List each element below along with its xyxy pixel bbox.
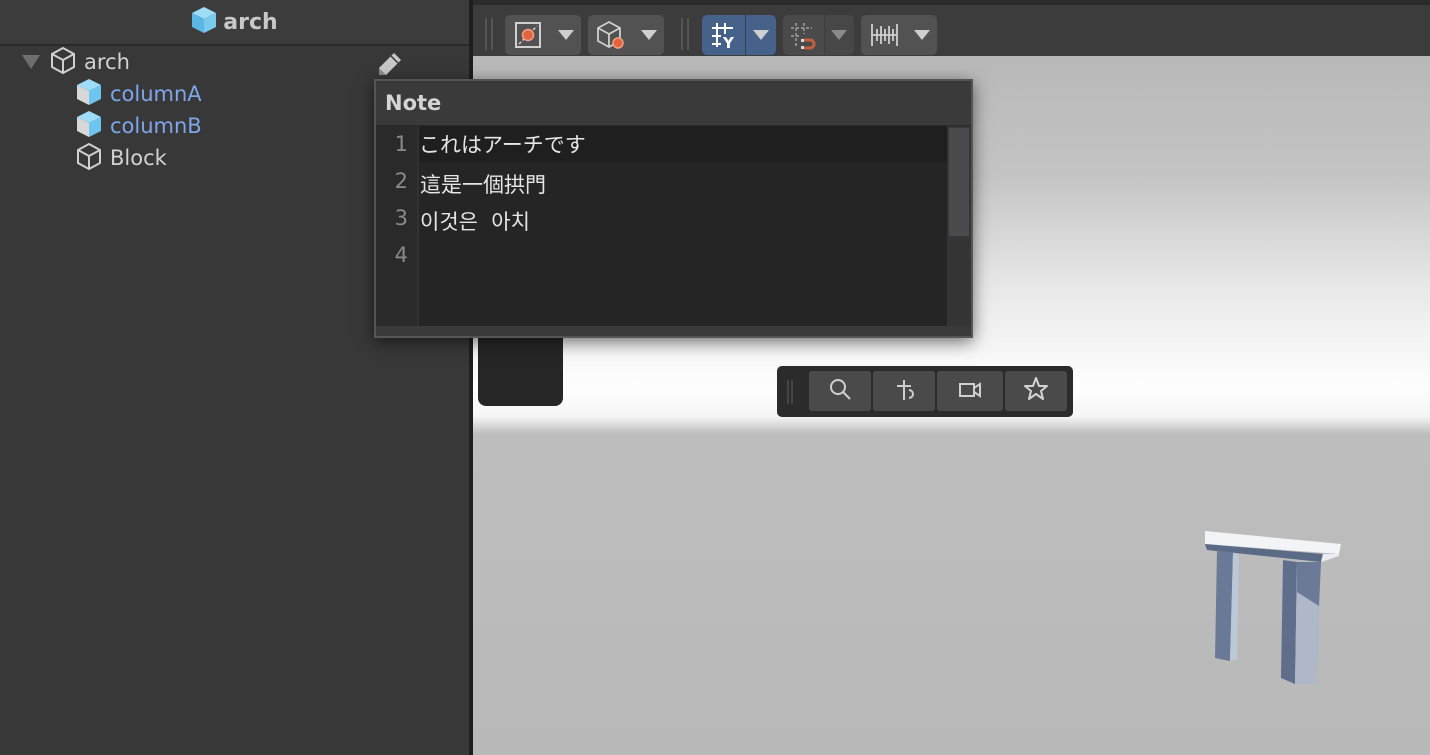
dropdown-arrow-icon[interactable] — [551, 15, 581, 55]
search-button[interactable] — [809, 371, 871, 411]
dropdown-arrow-icon[interactable] — [745, 15, 776, 55]
camera-button[interactable] — [937, 371, 1003, 411]
scrollbar-thumb[interactable] — [949, 128, 969, 236]
note-title: Note — [376, 81, 971, 126]
pencil-icon[interactable] — [376, 50, 404, 78]
line-number: 4 — [394, 243, 408, 267]
star-icon — [1022, 375, 1050, 407]
note-editor[interactable]: 1 2 3 4 これはアーチです 這是一個拱門 이것은 아치 — [376, 126, 947, 326]
vertical-scrollbar[interactable] — [947, 126, 971, 326]
hierarchy-item-label: columnA — [110, 82, 202, 106]
toolbar-grip[interactable] — [681, 18, 689, 50]
hierarchy-item-label: columnB — [110, 114, 202, 138]
prefab-cube-icon — [76, 110, 102, 143]
note-line[interactable]: 이것은 아치 — [420, 206, 530, 236]
favorite-button[interactable] — [1005, 371, 1067, 411]
hierarchy-item-columnB[interactable]: columnB — [76, 110, 202, 143]
cube-origin-icon — [588, 15, 634, 55]
search-icon — [827, 376, 853, 406]
hierarchy-item-label: Block — [110, 146, 167, 170]
toolbar-grip[interactable] — [787, 380, 793, 404]
pivot-tool-button[interactable] — [505, 15, 581, 55]
dropdown-arrow-icon[interactable] — [634, 15, 664, 55]
grid-toggle-button[interactable]: Y — [702, 15, 776, 55]
camera-icon — [957, 376, 983, 406]
hierarchy-item-columnA[interactable]: columnA — [76, 78, 202, 111]
hierarchy-item-label: arch — [84, 50, 130, 74]
increment-snap-button[interactable] — [861, 15, 937, 55]
dropdown-arrow-icon[interactable] — [823, 15, 854, 55]
hierarchy-header: arch — [0, 0, 469, 46]
line-number: 1 — [394, 132, 408, 156]
gameobject-cube-outline-icon — [76, 142, 102, 175]
line-number-gutter: 1 2 3 4 — [376, 126, 419, 326]
pivot-handle-icon — [505, 15, 551, 55]
line-number: 2 — [394, 169, 408, 193]
prefab-title: arch — [223, 9, 278, 35]
svg-text:Y: Y — [722, 34, 735, 50]
grid-y-icon: Y — [702, 15, 745, 55]
orientation-tool-button[interactable] — [588, 15, 664, 55]
hierarchy-item-arch[interactable]: arch — [22, 46, 130, 79]
line-number: 3 — [394, 206, 408, 230]
note-popup: Note 1 2 3 4 これはアーチです 這是一個拱門 이것은 아치 — [374, 79, 973, 338]
note-line[interactable]: これはアーチです — [419, 126, 947, 162]
pin-button[interactable] — [873, 371, 935, 411]
grid-magnet-icon — [783, 15, 824, 55]
toolbar-grip[interactable] — [485, 18, 493, 50]
prefab-cube-icon — [76, 78, 102, 111]
scene-toolbar: Y — [473, 0, 1430, 56]
pin-icon — [891, 376, 917, 406]
note-line[interactable]: 這是一個拱門 — [420, 169, 546, 199]
grid-snap-button[interactable] — [783, 15, 854, 55]
overlay-toolbar — [777, 366, 1073, 417]
fold-arrow-icon[interactable] — [22, 55, 40, 69]
prefab-cube-icon — [191, 6, 217, 38]
arch-model[interactable] — [1203, 526, 1348, 691]
ruler-ticks-icon — [861, 15, 907, 55]
horizontal-scrollbar[interactable] — [376, 326, 971, 336]
dropdown-arrow-icon[interactable] — [907, 15, 937, 55]
gameobject-cube-outline-icon — [50, 46, 76, 79]
hierarchy-item-block[interactable]: Block — [76, 142, 167, 175]
